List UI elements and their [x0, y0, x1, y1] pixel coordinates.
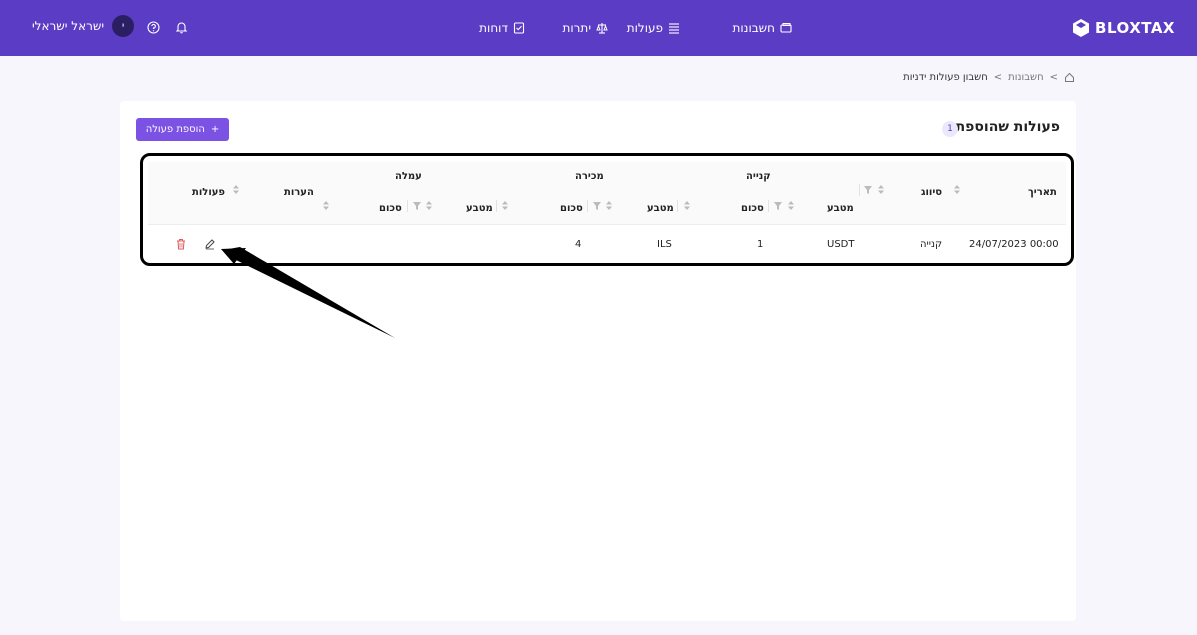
annotation-arrow [221, 247, 395, 338]
